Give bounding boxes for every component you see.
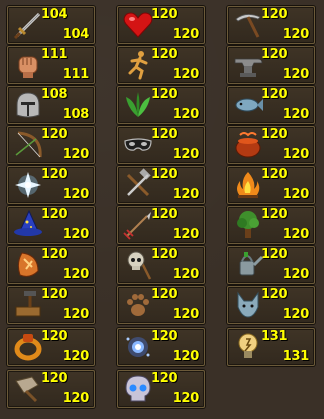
skill-current-level: 120 (41, 371, 68, 386)
skill-max-level: 120 (172, 267, 200, 282)
skill-fletching[interactable]: 120 120 (117, 206, 205, 244)
skill-current-level: 120 (151, 247, 178, 262)
skill-max-level: 120 (172, 147, 200, 162)
skill-current-level: 120 (151, 207, 178, 222)
skill-current-level: 120 (261, 247, 288, 262)
skill-max-level: 120 (172, 307, 200, 322)
skill-max-level: 120 (172, 107, 200, 122)
skill-invention[interactable]: 131 131 (227, 328, 315, 366)
skill-max-level: 120 (62, 307, 90, 322)
skill-herblore[interactable]: 120 120 (117, 86, 205, 124)
skill-max-level: 120 (172, 391, 200, 406)
skill-current-level: 120 (151, 47, 178, 62)
skill-defence[interactable]: 108 108 (7, 86, 95, 124)
skill-construction[interactable]: 120 120 (7, 286, 95, 324)
skill-hitpoints[interactable]: 120 120 (117, 6, 205, 44)
skill-max-level: 120 (282, 147, 310, 162)
skill-current-level: 120 (41, 329, 68, 344)
skill-archaeology[interactable]: 120 120 (7, 370, 95, 408)
skill-divination[interactable]: 120 120 (117, 328, 205, 366)
skill-necromancy[interactable]: 120 120 (117, 370, 205, 408)
skill-current-level: 111 (41, 47, 68, 62)
skill-current-level: 120 (41, 167, 68, 182)
skill-max-level: 120 (282, 27, 310, 42)
skill-max-level: 120 (62, 227, 90, 242)
skill-current-level: 120 (151, 287, 178, 302)
skill-current-level: 120 (261, 287, 288, 302)
skill-current-level: 120 (261, 167, 288, 182)
skill-firemaking[interactable]: 120 120 (227, 166, 315, 204)
skill-hunter[interactable]: 120 120 (117, 286, 205, 324)
skill-current-level: 104 (41, 7, 68, 22)
skill-crafting[interactable]: 120 120 (117, 166, 205, 204)
skill-magic[interactable]: 120 120 (7, 206, 95, 244)
skill-max-level: 111 (62, 67, 90, 82)
skill-prayer[interactable]: 120 120 (7, 166, 95, 204)
skill-fishing[interactable]: 120 120 (227, 86, 315, 124)
skill-max-level: 120 (172, 349, 200, 364)
skill-slayer[interactable]: 120 120 (117, 246, 205, 284)
skill-mining[interactable]: 120 120 (227, 6, 315, 44)
skill-max-level: 104 (62, 27, 90, 42)
skill-max-level: 120 (62, 267, 90, 282)
skill-max-level: 120 (172, 227, 200, 242)
skill-current-level: 120 (151, 167, 178, 182)
skill-current-level: 131 (261, 329, 288, 344)
skill-max-level: 120 (282, 67, 310, 82)
skill-current-level: 120 (151, 7, 178, 22)
skill-agility[interactable]: 120 120 (117, 46, 205, 84)
skill-current-level: 120 (261, 87, 288, 102)
skill-max-level: 108 (62, 107, 90, 122)
skill-cooking[interactable]: 120 120 (227, 126, 315, 164)
skills-panel: 104 104 120 120 120 120 111 111 120 120 … (0, 0, 324, 419)
skill-dungeoneering[interactable]: 120 120 (7, 328, 95, 366)
skill-strength[interactable]: 111 111 (7, 46, 95, 84)
skill-current-level: 120 (41, 247, 68, 262)
skill-max-level: 120 (62, 187, 90, 202)
skill-farming[interactable]: 120 120 (227, 246, 315, 284)
skill-current-level: 120 (261, 47, 288, 62)
skill-current-level: 120 (41, 207, 68, 222)
skill-max-level: 120 (282, 307, 310, 322)
skill-woodcutting[interactable]: 120 120 (227, 206, 315, 244)
skill-current-level: 120 (41, 287, 68, 302)
skill-max-level: 120 (62, 349, 90, 364)
skill-attack[interactable]: 104 104 (7, 6, 95, 44)
skill-max-level: 120 (172, 187, 200, 202)
skill-current-level: 120 (41, 127, 68, 142)
skill-max-level: 120 (62, 391, 90, 406)
skill-max-level: 131 (282, 349, 310, 364)
skill-max-level: 120 (282, 107, 310, 122)
skill-current-level: 108 (41, 87, 68, 102)
skill-current-level: 120 (261, 127, 288, 142)
skill-current-level: 120 (151, 329, 178, 344)
skill-runecrafting[interactable]: 120 120 (7, 246, 95, 284)
skill-current-level: 120 (261, 7, 288, 22)
skill-max-level: 120 (282, 227, 310, 242)
skill-max-level: 120 (172, 67, 200, 82)
skill-summoning[interactable]: 120 120 (227, 286, 315, 324)
skill-thieving[interactable]: 120 120 (117, 126, 205, 164)
skill-max-level: 120 (282, 187, 310, 202)
skill-smithing[interactable]: 120 120 (227, 46, 315, 84)
skill-current-level: 120 (151, 127, 178, 142)
skill-max-level: 120 (282, 267, 310, 282)
skill-ranged[interactable]: 120 120 (7, 126, 95, 164)
skill-current-level: 120 (151, 371, 178, 386)
skill-max-level: 120 (172, 27, 200, 42)
skill-current-level: 120 (151, 87, 178, 102)
skill-current-level: 120 (261, 207, 288, 222)
skill-max-level: 120 (62, 147, 90, 162)
